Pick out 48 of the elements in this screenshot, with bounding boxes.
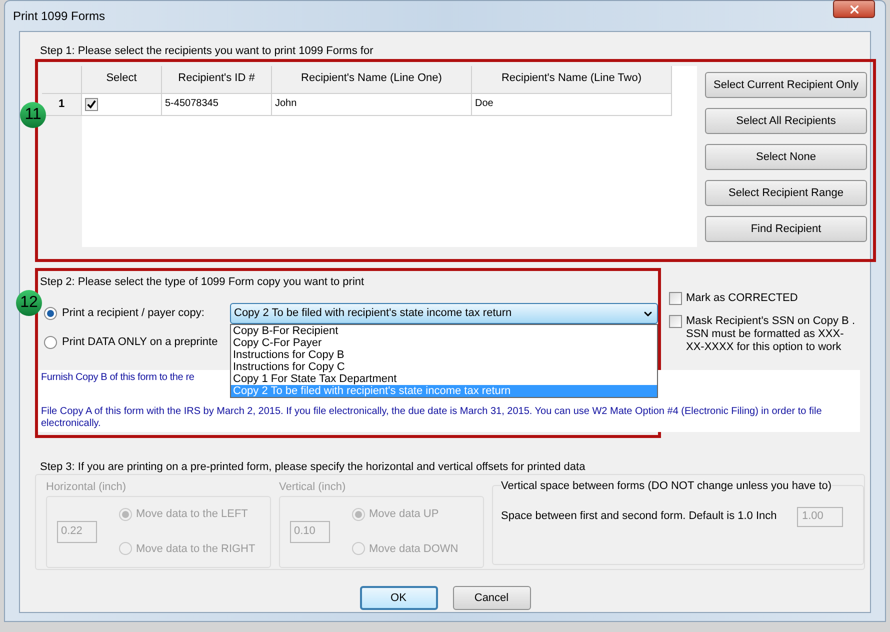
step-label: Step 1: Please select the recipients you want to print 1099 Forms for (40, 44, 374, 58)
dropdown-option[interactable]: Instructions for Copy C (231, 361, 657, 373)
checkbox[interactable] (85, 98, 98, 111)
close-icon (848, 2, 860, 16)
column-header[interactable]: Recipient's ID # (162, 66, 272, 94)
close-button[interactable] (833, 0, 875, 18)
copy-dropdown[interactable]: Copy 2 To be filed with recipient's state income tax return (230, 303, 658, 324)
checkbox-label: Mask Recipient's SSN on Copy B . SSN must be formatted as XXX-XX-XXXX for this option to work (686, 315, 855, 354)
select-button[interactable]: Select None (705, 144, 867, 170)
table-cell: 5-45078345 (162, 94, 272, 116)
column-header[interactable]: Recipient's Name (Line Two) (472, 66, 672, 94)
window-title: Print 1099 Forms (13, 8, 106, 25)
table-cell: Doe (472, 94, 672, 116)
option-label: Move data DOWN (369, 542, 458, 556)
option-label: Move data to the LEFT (136, 507, 248, 522)
radio-button[interactable] (44, 336, 57, 349)
info-text: Furnish Copy B of this form to the re (41, 372, 194, 384)
step-label: Step 2: Please select the type of 1099 Form copy you want to print (40, 275, 366, 289)
dropdown-option[interactable]: Copy B-For Recipient (231, 325, 657, 337)
checkbox-label: Mark as CORRECTED (686, 292, 798, 305)
spacing-label: Space between first and second form. Default is 1.0 Inch (501, 509, 777, 524)
table-cell: John (272, 94, 472, 116)
radio-button[interactable] (44, 307, 57, 320)
option-label: Move data to the RIGHT (136, 542, 256, 556)
checkbox[interactable] (669, 292, 682, 305)
option-label: Print DATA ONLY on a preprinte (62, 335, 218, 350)
column-header[interactable]: Select (82, 66, 162, 94)
group-title: Vertical (inch) (279, 480, 347, 495)
select-button[interactable]: Select All Recipients (705, 108, 867, 134)
dialog-button[interactable]: OK (360, 586, 438, 610)
dropdown-option[interactable]: Instructions for Copy B (231, 349, 657, 361)
option-label: Move data UP (369, 507, 439, 522)
option-label: Print a recipient / payer copy: (62, 306, 204, 322)
row-number: 1 (42, 94, 82, 116)
dropdown-option[interactable]: Copy C-For Payer (231, 337, 657, 349)
group-title: Horizontal (inch) (46, 480, 128, 495)
select-button[interactable]: Select Current Recipient Only (705, 72, 867, 98)
group-title: Vertical space between forms (DO NOT change unless you have to) (501, 478, 832, 494)
step-number-badge: 11 (20, 102, 46, 128)
checkbox[interactable] (669, 315, 682, 328)
info-text: File Copy A of this form with the IRS by March 2, 2015. If you file electronically, the due date is March 31, 2015. You can use W2 Mate Option #4 (Electronic Filing) in order to file electronically. (41, 406, 823, 430)
dropdown-option[interactable]: Copy 1 For State Tax Department (231, 373, 657, 385)
step-label: Step 3: If you are printing on a pre-printed form, please specify the horizontal and vertical offsets for printed data (40, 460, 586, 474)
dialog-button[interactable]: Cancel (452, 586, 530, 610)
step-number-badge: 12 (16, 290, 42, 316)
select-button[interactable]: Select Recipient Range (705, 180, 867, 206)
column-header[interactable]: Recipient's Name (Line One) (272, 66, 472, 94)
select-button[interactable]: Find Recipient (705, 216, 867, 242)
